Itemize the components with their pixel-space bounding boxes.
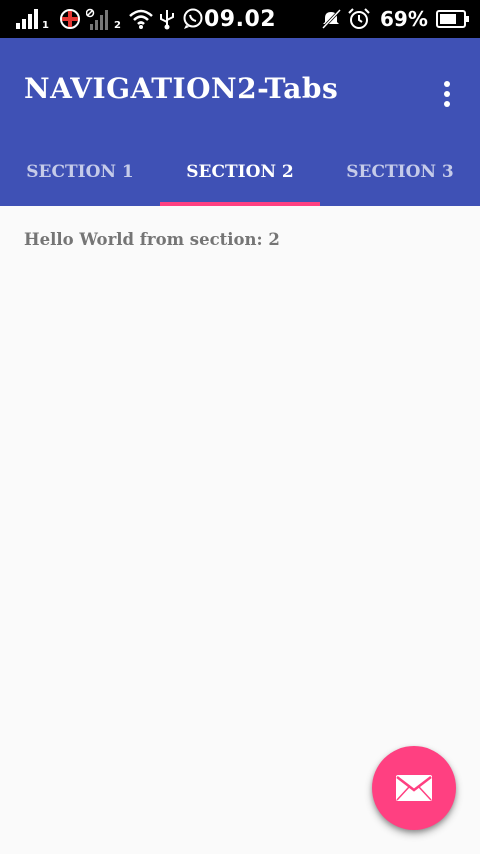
status-bar: 1 2 09.02 69% — [0, 0, 480, 38]
no-network-icon — [58, 0, 82, 38]
email-fab-button[interactable] — [372, 746, 456, 830]
tab-section-1[interactable]: SECTION 1 — [0, 138, 160, 206]
app-title: NAVIGATION2-Tabs — [24, 72, 339, 105]
mute-icon — [320, 0, 342, 38]
more-vert-icon[interactable] — [430, 74, 464, 114]
battery-percent: 69% — [380, 7, 428, 31]
signal-2-icon — [86, 0, 112, 38]
usb-icon — [158, 0, 176, 38]
whatsapp-icon — [182, 0, 204, 38]
tab-section-3[interactable]: SECTION 3 — [320, 138, 480, 206]
signal-icon — [16, 0, 40, 38]
tab-indicator — [160, 202, 320, 206]
email-icon — [396, 775, 432, 801]
wifi-icon — [128, 0, 154, 38]
app-bar: NAVIGATION2-Tabs SECTION 1 SECTION 2 SEC… — [0, 38, 480, 206]
tab-section-2[interactable]: SECTION 2 — [160, 138, 320, 206]
tab-bar: SECTION 1 SECTION 2 SECTION 3 — [0, 138, 480, 206]
section-label: Hello World from section: 2 — [24, 230, 280, 249]
status-time: 09.02 — [204, 6, 277, 32]
battery-icon — [436, 0, 470, 38]
alarm-icon — [347, 0, 371, 38]
